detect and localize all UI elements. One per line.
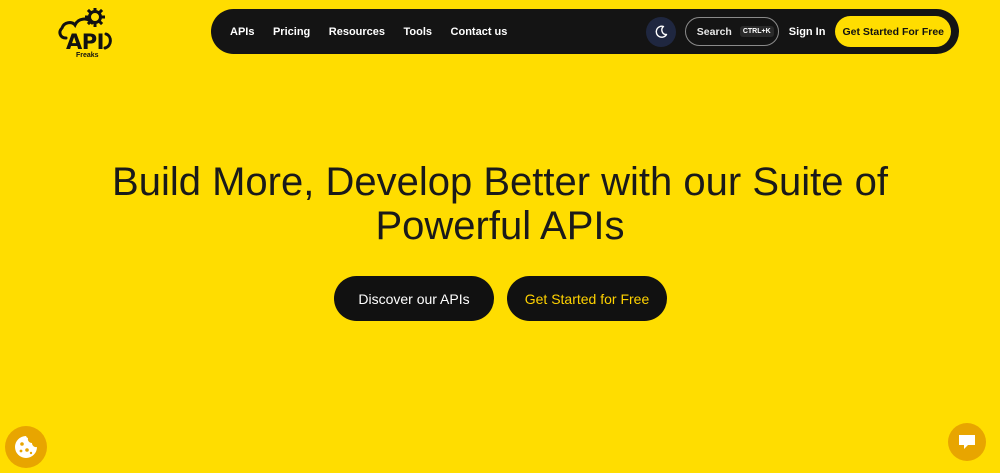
search-button[interactable]: Search CTRL+K [684, 17, 779, 46]
hero-title-line1: Build More, Develop Better with our Suit… [112, 160, 888, 204]
logo-text: API [66, 30, 104, 54]
nav-link-apis[interactable]: APIs [230, 26, 254, 38]
nav-get-started-button[interactable]: Get Started For Free [835, 16, 951, 47]
top-navbar: APIs Pricing Resources Tools Contact us … [211, 9, 959, 54]
chat-widget-button[interactable] [948, 423, 986, 461]
nav-link-pricing[interactable]: Pricing [273, 26, 310, 38]
moon-icon [655, 25, 667, 38]
theme-toggle-button[interactable] [645, 16, 676, 47]
discover-apis-button[interactable]: Discover our APIs [334, 276, 494, 321]
search-label: Search [696, 25, 732, 38]
nav-link-resources[interactable]: Resources [329, 26, 385, 38]
brand-logo[interactable]: API Freaks [56, 8, 118, 60]
nav-right: Search CTRL+K Sign In Get Started For Fr… [645, 16, 959, 47]
chat-icon [959, 435, 975, 449]
cookie-settings-button[interactable] [5, 426, 47, 468]
hero-get-started-button[interactable]: Get Started for Free [507, 276, 667, 321]
cookie-icon [15, 436, 37, 458]
nav-link-contact[interactable]: Contact us [451, 26, 508, 38]
hero-title-line2: Powerful APIs [375, 204, 625, 248]
sign-in-link[interactable]: Sign In [789, 26, 826, 38]
nav-link-tools[interactable]: Tools [404, 26, 433, 38]
search-shortcut: CTRL+K [739, 26, 774, 37]
hero-title: Build More, Develop Better with our Suit… [0, 160, 1000, 248]
nav-links: APIs Pricing Resources Tools Contact us [230, 26, 526, 38]
logo-subtext: Freaks [76, 52, 99, 59]
